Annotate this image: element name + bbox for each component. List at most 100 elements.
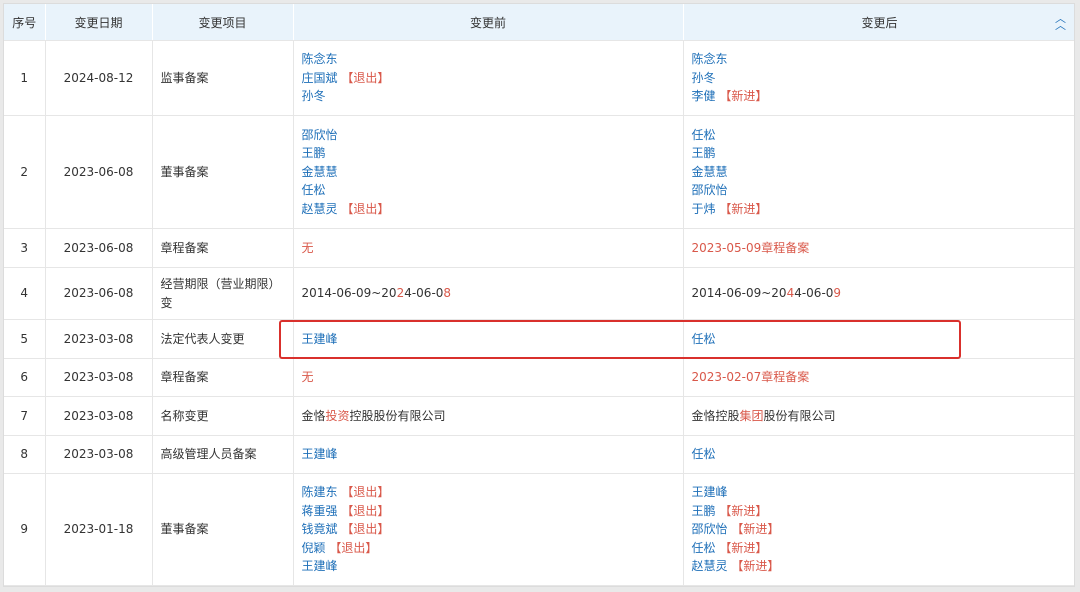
person-link[interactable]: 王鹏 [692,146,716,160]
cell-date: 2023-03-08 [45,396,153,436]
before-line: 蒋重强 【退出】 [302,502,675,521]
cell-after: 王建峰 王鹏 【新进】 邵欣怡 【新进】 任松 【新进】 赵慧灵 【新进】 [683,473,1074,586]
before-line: 王建峰 [302,330,675,349]
cell-date: 2023-06-08 [45,267,153,320]
item-line: 章程备案 [160,370,209,385]
item-line: 高级管理人员备案 [160,447,257,462]
cell-date: 2023-06-08 [45,228,153,268]
cell-before: 无 [293,228,684,268]
after-line: 邵欣怡 【新进】 [692,520,1068,539]
person-link[interactable]: 邵欣怡 [302,128,338,142]
after-line: 任松 [692,445,1068,464]
change-highlight: 2023-02-07章程备案 [691,370,810,385]
after-line: 2023-05-09章程备案 [692,239,1068,258]
person-link[interactable]: 王建峰 [302,332,338,346]
change-highlight: 【退出】 [337,201,390,216]
person-link[interactable]: 金慧慧 [692,165,728,179]
person-link[interactable]: 庄国斌 [302,71,338,85]
person-link[interactable]: 陈建东 [302,485,338,499]
cell-before: 金恪投资控股股份有限公司 [293,396,684,436]
change-highlight: 【新进】 [715,503,768,518]
before-line: 陈念东 [302,50,675,69]
text-segment: 控股股份有限公司 [349,408,446,423]
cell-after: 2023-02-07章程备案 [683,358,1074,397]
before-line: 无 [302,239,675,258]
cell-index: 2 [4,115,46,229]
text-segment: 2014-06-09~20 [691,286,787,301]
person-link[interactable]: 王建峰 [302,447,338,461]
cell-date: 2023-03-08 [45,319,153,359]
person-link[interactable]: 王鹏 [302,146,326,160]
before-line: 庄国斌 【退出】 [302,69,675,88]
change-highlight: 【退出】 [337,503,390,518]
person-link[interactable]: 蒋重强 [302,504,338,518]
cell-before: 王建峰 [293,319,684,359]
person-link[interactable]: 任松 [692,332,716,346]
person-link[interactable]: 赵慧灵 [302,202,338,216]
person-link[interactable]: 任松 [302,183,326,197]
header-item: 变更项目 [152,4,294,41]
cell-before: 邵欣怡王鹏金慧慧任松赵慧灵 【退出】 [293,115,684,229]
text-segment: 股份有限公司 [763,408,836,423]
table-row: 6 2023-03-08 章程备案 无 2023-02-07章程备案 [4,358,1074,397]
cell-before: 王建峰 [293,435,684,474]
chevron-double-up-icon[interactable]: ︿ ︿ [1054,13,1068,31]
cell-index: 1 [4,40,46,116]
cell-index: 7 [4,396,46,436]
header-date: 变更日期 [45,4,153,41]
before-line: 任松 [302,181,675,200]
change-highlight: 【退出】 [337,70,390,85]
item-line: 经营期限（营业期限） [160,277,281,291]
change-highlight: 【新进】 [715,201,768,216]
person-link[interactable]: 孙冬 [692,71,716,85]
after-line: 王鹏 【新进】 [692,502,1068,521]
person-link[interactable]: 赵慧灵 [692,559,728,573]
change-highlight: 2023-05-09章程备案 [691,240,810,255]
after-line: 任松 [692,126,1068,145]
change-highlight: 【新进】 [727,559,780,574]
cell-index: 3 [4,228,46,268]
cell-date: 2023-06-08 [45,115,153,229]
person-link[interactable]: 孙冬 [302,89,326,103]
change-record-table: 序号 变更日期 变更项目 变更前 变更后 ︿ ︿ 1 2024-08-12 监事备案 陈念… [4,4,1074,586]
person-link[interactable]: 李健 [692,89,716,103]
before-line: 2014-06-09~2024-06-08 [302,284,675,303]
person-link[interactable]: 陈念东 [692,52,728,66]
after-line: 王鹏 [692,144,1068,163]
item-line: 董事备案 [160,522,209,537]
text-segment: 金恪 [301,408,326,423]
person-link[interactable]: 邵欣怡 [692,522,728,536]
cell-item: 经营期限（营业期限） 变 [152,267,294,320]
person-link[interactable]: 金慧慧 [302,165,338,179]
person-link[interactable]: 王建峰 [692,485,728,499]
table-row: 4 2023-06-08 经营期限（营业期限） 变 2014-06-09~2024-06… [4,267,1074,320]
person-link[interactable]: 陈念东 [302,52,338,66]
after-line: 金慧慧 [692,163,1068,182]
header-after: 变更后 ︿ ︿ [683,4,1074,41]
after-line: 于炜 【新进】 [692,200,1068,219]
person-link[interactable]: 王鹏 [692,504,716,518]
cell-index: 8 [4,435,46,474]
change-highlight: 【退出】 [337,522,390,537]
before-line: 金恪投资控股股份有限公司 [302,407,675,426]
cell-before: 陈建东 【退出】 蒋重强 【退出】 钱竟斌 【退出】倪颖 【退出】王建峰 [293,473,684,586]
person-link[interactable]: 倪颖 [302,541,326,555]
person-link[interactable]: 钱竟斌 [302,522,338,536]
person-link[interactable]: 于炜 [692,202,716,216]
person-link[interactable]: 任松 [692,447,716,461]
before-line: 钱竟斌 【退出】 [302,520,675,539]
cell-before: 陈念东庄国斌 【退出】 孙冬 [293,40,684,116]
cell-item: 董事备案 [152,115,294,229]
person-link[interactable]: 任松 [692,128,716,142]
cell-index: 9 [4,473,46,586]
cell-after: 任松 [683,319,1074,359]
person-link[interactable]: 任松 [692,541,716,555]
person-link[interactable]: 王建峰 [302,559,338,573]
before-line: 王建峰 [302,445,675,464]
item-line: 监事备案 [160,70,209,85]
person-link[interactable]: 邵欣怡 [692,183,728,197]
table-row: 5 2023-03-08 法定代表人变更 王建峰 任松 [4,319,1074,359]
change-highlight: 9 [833,286,842,301]
change-highlight: 【新进】 [727,522,780,537]
header-before: 变更前 [293,4,684,41]
